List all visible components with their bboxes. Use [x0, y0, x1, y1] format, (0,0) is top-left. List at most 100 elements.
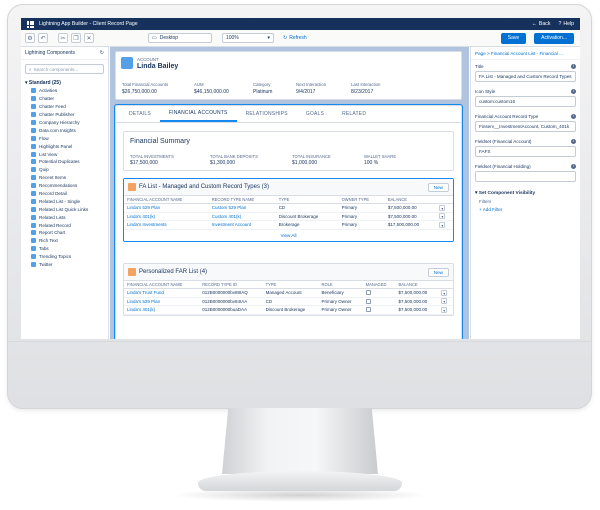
settings-icon[interactable]: ⚙ [25, 33, 35, 43]
column-header[interactable]: Type [262, 280, 319, 289]
managed-checkbox[interactable] [365, 307, 371, 313]
table-cell[interactable]: Linda's Trust Fund [124, 288, 200, 298]
tab-goals[interactable]: Goals [297, 106, 333, 122]
add-filter-button[interactable]: + Add Filter [471, 205, 580, 214]
table-cell[interactable]: Linda's 529 Plan [124, 203, 209, 213]
far-list-card[interactable]: Personalized FAR List (4) New Financial … [123, 263, 454, 316]
chevron-down-icon[interactable]: ▾ [439, 204, 446, 211]
column-header[interactable]: Owner Type [338, 195, 385, 204]
row-action[interactable]: ▾ [436, 212, 453, 221]
column-header[interactable]: Role [318, 280, 363, 289]
component-item[interactable]: Chatter Feed [21, 103, 108, 111]
chevron-down-icon[interactable]: ▾ [439, 221, 446, 228]
chevron-down-icon[interactable]: ▾ [441, 289, 448, 296]
info-icon[interactable]: i [571, 89, 576, 94]
new-button[interactable]: New [427, 267, 449, 277]
fa-list-card[interactable]: FA List - Managed and Custom Record Type… [123, 178, 454, 242]
component-item[interactable]: Related List Quick Links [21, 205, 108, 213]
components-search-input[interactable]: ⌕ Search components... [25, 64, 104, 74]
row-action[interactable]: ▾ [438, 305, 453, 315]
copy-icon[interactable]: ❐ [71, 33, 81, 43]
table-cell[interactable]: Linda's 529 Plan [124, 297, 200, 306]
fa-list-title[interactable]: FA List - Managed and Custom Record Type… [139, 184, 269, 190]
chevron-down-icon[interactable]: ▾ [441, 306, 448, 313]
financial-summary-card[interactable]: Financial Summary Total Investments $17,5… [123, 131, 454, 171]
tab-related[interactable]: Related [333, 106, 375, 122]
tab-details[interactable]: Details [120, 106, 160, 122]
chevron-down-icon[interactable]: ▾ [439, 213, 446, 220]
tab-relationships[interactable]: Relationships [237, 106, 297, 122]
activation-button[interactable]: Activation... [534, 32, 574, 44]
info-icon[interactable]: i [571, 164, 576, 169]
app-launcher-icon[interactable] [27, 20, 34, 28]
row-action[interactable]: ▾ [436, 220, 453, 230]
component-item[interactable]: Chatter [21, 95, 108, 103]
table-cell[interactable]: Investment Account [208, 220, 276, 230]
component-item[interactable]: Related Record [21, 221, 108, 229]
column-header[interactable]: Financial Account Name [124, 280, 200, 289]
managed-checkbox[interactable] [365, 298, 371, 304]
breadcrumb[interactable]: Page > Financial Account List - Financia… [471, 47, 580, 60]
refresh-icon[interactable]: ↻ [100, 50, 104, 56]
row-action[interactable]: ▾ [436, 203, 453, 213]
row-action[interactable]: ▾ [438, 288, 453, 298]
record-header[interactable]: Account Linda Bailey Total Financial Acc… [115, 51, 462, 100]
component-item[interactable]: Trending Topics [21, 253, 108, 261]
new-button[interactable]: New [427, 182, 449, 192]
row-action[interactable]: ▾ [438, 297, 453, 306]
far-list-title[interactable]: Personalized FAR List (4) [139, 269, 207, 275]
managed-checkbox[interactable] [365, 290, 371, 296]
component-item[interactable]: Twitter [21, 261, 108, 269]
component-item[interactable]: Related List - Single [21, 197, 108, 205]
component-item[interactable]: Recent Items [21, 174, 108, 182]
delete-icon[interactable]: ✕ [84, 33, 94, 43]
component-item[interactable]: Tabs [21, 245, 108, 253]
help-link[interactable]: ? Help [558, 21, 574, 27]
component-item[interactable]: Chatter Publisher [21, 111, 108, 119]
table-cell[interactable]: Linda's 401(k) [124, 305, 200, 315]
column-header[interactable]: Type [275, 195, 339, 204]
tab-financial-accounts[interactable]: Financial Accounts [159, 106, 237, 122]
cut-icon[interactable]: ✂ [58, 33, 68, 43]
view-all-link[interactable]: View All [124, 230, 453, 241]
column-header[interactable]: Managed [362, 280, 396, 289]
component-item[interactable]: Record Detail [21, 190, 108, 198]
property-input[interactable] [475, 171, 576, 182]
component-visibility-toggle[interactable]: ▾ Set Component Visibility [471, 185, 580, 198]
property-input[interactable]: FAFS [475, 146, 576, 157]
table-cell[interactable]: Custom 401(k) [208, 212, 276, 221]
component-item[interactable]: Related Lists [21, 213, 108, 221]
back-link[interactable]: ← Back [532, 21, 551, 27]
table-cell[interactable]: Custom 529 Plan [208, 203, 276, 213]
column-header[interactable]: Record Type Name [208, 195, 276, 204]
component-item[interactable]: Quip [21, 166, 108, 174]
refresh-button[interactable]: ↻ Refresh [283, 35, 307, 41]
column-header[interactable]: Financial Account Name [124, 195, 209, 204]
standard-section-toggle[interactable]: ▾ Standard (25) [21, 78, 108, 87]
column-header[interactable]: Balance [395, 280, 439, 289]
info-icon[interactable]: i [571, 139, 576, 144]
component-item[interactable]: Flow [21, 134, 108, 142]
info-icon[interactable]: i [571, 114, 576, 119]
component-item[interactable]: Highlights Panel [21, 142, 108, 150]
zoom-select[interactable]: 100% ▾ [222, 33, 274, 43]
column-header[interactable]: Balance [384, 195, 437, 204]
table-cell[interactable]: Linda's Investments [124, 220, 209, 230]
property-input[interactable]: Finserv__InvestmentAccount, Custom_401k [475, 121, 576, 132]
chevron-down-icon[interactable]: ▾ [441, 298, 448, 305]
property-input[interactable]: FA List - Managed and Custom Record Type… [475, 71, 576, 82]
property-input[interactable]: custom:custom16 [475, 96, 576, 107]
undo-icon[interactable]: ↶ [38, 33, 48, 43]
tabs-component[interactable]: Details Financial Accounts Relationships… [114, 104, 463, 339]
component-item[interactable]: Recommendations [21, 182, 108, 190]
component-item[interactable]: Report Chart [21, 229, 108, 237]
component-item[interactable]: List View [21, 150, 108, 158]
component-item[interactable]: Data.com Insights [21, 126, 108, 134]
component-item[interactable]: Rich Text [21, 237, 108, 245]
table-cell[interactable]: Linda's 401(k) [124, 212, 209, 221]
component-item[interactable]: Potential Duplicates [21, 158, 108, 166]
component-item[interactable]: Activities [21, 87, 108, 95]
info-icon[interactable]: i [571, 64, 576, 69]
column-header[interactable]: Record Type ID [199, 280, 263, 289]
component-item[interactable]: Company Hierarchy [21, 119, 108, 127]
